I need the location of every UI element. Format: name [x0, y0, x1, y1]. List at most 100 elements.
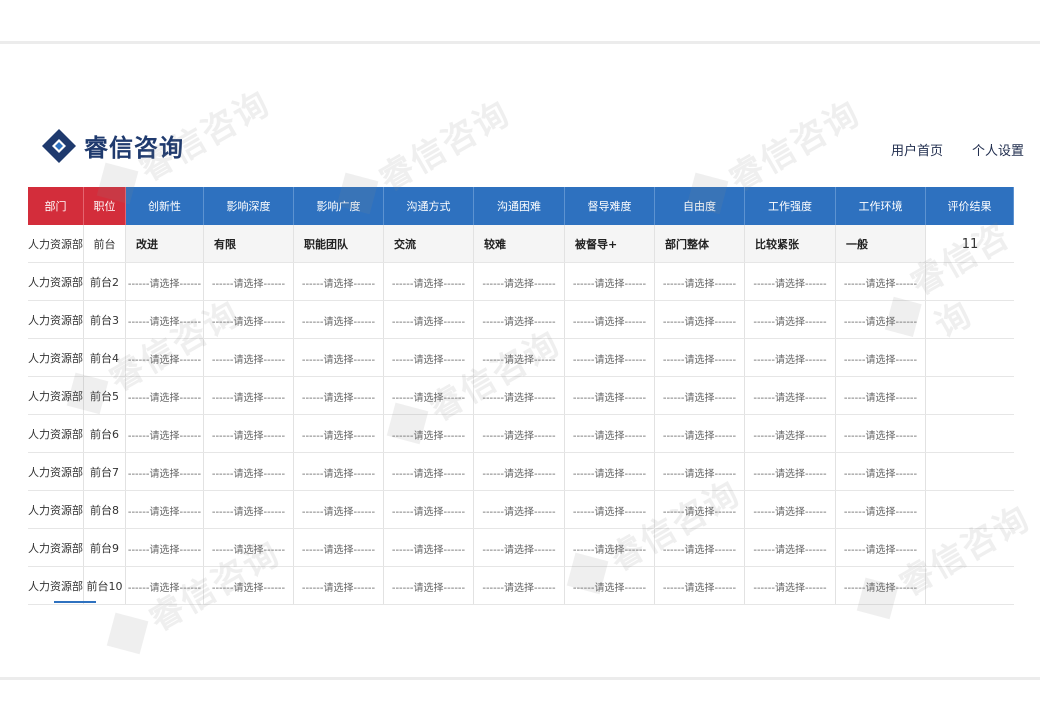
factor-select[interactable]: ------请选择------	[836, 377, 926, 415]
factor-select[interactable]: ------请选择------	[204, 415, 294, 453]
factor-select[interactable]: ------请选择------	[294, 415, 384, 453]
factor-select[interactable]: ------请选择------	[474, 567, 565, 605]
factor-select[interactable]: ------请选择------	[745, 301, 836, 339]
factor-select[interactable]: 比较紧张	[745, 225, 836, 263]
factor-select[interactable]: ------请选择------	[384, 415, 474, 453]
factor-select[interactable]: ------请选择------	[836, 529, 926, 567]
factor-select[interactable]: ------请选择------	[204, 263, 294, 301]
result-cell	[926, 491, 1014, 529]
factor-select[interactable]: ------请选择------	[565, 453, 655, 491]
factor-select[interactable]: ------请选择------	[745, 415, 836, 453]
factor-select[interactable]: ------请选择------	[474, 339, 565, 377]
factor-select[interactable]: ------请选择------	[655, 301, 745, 339]
factor-select[interactable]: ------请选择------	[565, 567, 655, 605]
factor-select[interactable]: ------请选择------	[836, 415, 926, 453]
factor-select[interactable]: ------请选择------	[294, 567, 384, 605]
factor-select[interactable]: ------请选择------	[655, 529, 745, 567]
factor-select[interactable]: ------请选择------	[204, 567, 294, 605]
factor-select[interactable]: ------请选择------	[836, 263, 926, 301]
factor-select[interactable]: 被督导+	[565, 225, 655, 263]
factor-select[interactable]: ------请选择------	[384, 529, 474, 567]
factor-select[interactable]: 职能团队	[294, 225, 384, 263]
factor-select[interactable]: ------请选择------	[745, 263, 836, 301]
factor-select[interactable]: ------请选择------	[126, 529, 204, 567]
factor-select[interactable]: ------请选择------	[565, 263, 655, 301]
factor-select[interactable]: ------请选择------	[565, 415, 655, 453]
factor-select[interactable]: 较难	[474, 225, 565, 263]
factor-select[interactable]: ------请选择------	[294, 377, 384, 415]
factor-select[interactable]: ------请选择------	[836, 491, 926, 529]
factor-select[interactable]: ------请选择------	[565, 491, 655, 529]
factor-select[interactable]: ------请选择------	[294, 529, 384, 567]
factor-select[interactable]: ------请选择------	[836, 567, 926, 605]
factor-select[interactable]: ------请选择------	[474, 529, 565, 567]
factor-select[interactable]: ------请选择------	[474, 415, 565, 453]
factor-select[interactable]: ------请选择------	[745, 339, 836, 377]
factor-select[interactable]: ------请选择------	[384, 567, 474, 605]
factor-select[interactable]: ------请选择------	[836, 453, 926, 491]
factor-select[interactable]: ------请选择------	[474, 263, 565, 301]
factor-select[interactable]: ------请选择------	[384, 339, 474, 377]
factor-select[interactable]: 部门整体	[655, 225, 745, 263]
column-header: 部门	[28, 187, 84, 225]
nav-settings-link[interactable]: 个人设置	[972, 140, 1024, 159]
factor-select[interactable]: ------请选择------	[384, 263, 474, 301]
factor-select[interactable]: ------请选择------	[745, 453, 836, 491]
result-cell	[926, 377, 1014, 415]
factor-select[interactable]: ------请选择------	[294, 301, 384, 339]
factor-select[interactable]: ------请选择------	[294, 491, 384, 529]
factor-select[interactable]: ------请选择------	[655, 453, 745, 491]
factor-select[interactable]: ------请选择------	[126, 415, 204, 453]
factor-select[interactable]: ------请选择------	[474, 377, 565, 415]
factor-select[interactable]: ------请选择------	[384, 453, 474, 491]
factor-select[interactable]: 改进	[126, 225, 204, 263]
factor-select[interactable]: ------请选择------	[565, 301, 655, 339]
nav-home-link[interactable]: 用户首页	[891, 140, 943, 159]
factor-select[interactable]: ------请选择------	[384, 301, 474, 339]
factor-select[interactable]: ------请选择------	[294, 339, 384, 377]
factor-select[interactable]: ------请选择------	[126, 301, 204, 339]
department-cell: 人力资源部	[28, 491, 84, 529]
factor-select[interactable]: ------请选择------	[204, 377, 294, 415]
factor-select[interactable]: ------请选择------	[565, 339, 655, 377]
factor-select[interactable]: ------请选择------	[204, 491, 294, 529]
brand-logo: 睿信咨询	[42, 128, 184, 163]
factor-select[interactable]: ------请选择------	[474, 301, 565, 339]
factor-select[interactable]: ------请选择------	[836, 339, 926, 377]
factor-select[interactable]: ------请选择------	[745, 491, 836, 529]
position-cell: 前台5	[84, 377, 126, 415]
factor-select[interactable]: ------请选择------	[565, 377, 655, 415]
factor-select[interactable]: ------请选择------	[655, 263, 745, 301]
factor-select[interactable]: ------请选择------	[204, 339, 294, 377]
factor-select[interactable]: ------请选择------	[745, 567, 836, 605]
factor-select[interactable]: ------请选择------	[836, 301, 926, 339]
factor-select[interactable]: ------请选择------	[204, 301, 294, 339]
factor-select[interactable]: ------请选择------	[204, 529, 294, 567]
factor-select[interactable]: ------请选择------	[474, 453, 565, 491]
factor-select[interactable]: ------请选择------	[126, 491, 204, 529]
factor-select[interactable]: ------请选择------	[655, 415, 745, 453]
factor-select[interactable]: ------请选择------	[655, 377, 745, 415]
factor-select[interactable]: ------请选择------	[126, 377, 204, 415]
scroll-indicator[interactable]	[54, 601, 96, 603]
factor-select[interactable]: ------请选择------	[126, 567, 204, 605]
factor-select[interactable]: ------请选择------	[384, 377, 474, 415]
factor-select[interactable]: ------请选择------	[126, 453, 204, 491]
factor-select[interactable]: ------请选择------	[126, 263, 204, 301]
factor-select[interactable]: ------请选择------	[384, 491, 474, 529]
result-cell	[926, 567, 1014, 605]
factor-select[interactable]: ------请选择------	[565, 529, 655, 567]
factor-select[interactable]: ------请选择------	[204, 453, 294, 491]
factor-select[interactable]: ------请选择------	[655, 491, 745, 529]
factor-select[interactable]: ------请选择------	[294, 263, 384, 301]
factor-select[interactable]: ------请选择------	[474, 491, 565, 529]
factor-select[interactable]: ------请选择------	[745, 529, 836, 567]
factor-select[interactable]: ------请选择------	[655, 339, 745, 377]
factor-select[interactable]: 有限	[204, 225, 294, 263]
factor-select[interactable]: ------请选择------	[745, 377, 836, 415]
factor-select[interactable]: ------请选择------	[126, 339, 204, 377]
factor-select[interactable]: 一般	[836, 225, 926, 263]
factor-select[interactable]: ------请选择------	[655, 567, 745, 605]
factor-select[interactable]: 交流	[384, 225, 474, 263]
factor-select[interactable]: ------请选择------	[294, 453, 384, 491]
